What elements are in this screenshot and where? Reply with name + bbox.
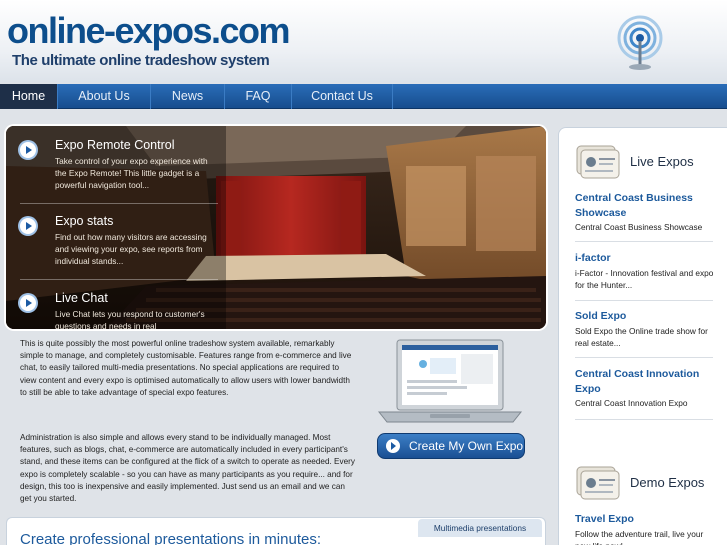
business-cards-icon (576, 466, 620, 500)
feature-description: Live Chat lets you respond to customer's… (55, 309, 205, 329)
site-header: online-expos.com The ultimate online tra… (0, 0, 727, 82)
expo-link[interactable]: i-factor (575, 251, 720, 266)
divider (575, 241, 713, 242)
nav-contact-us[interactable]: Contact Us (292, 84, 393, 109)
expo-link[interactable]: Central Coast Business Showcase (575, 191, 720, 220)
feature-title[interactable]: Live Chat (55, 291, 108, 305)
button-label: Create My Own Expo (409, 439, 524, 453)
expo-description: Sold Expo the Online trade show for real… (575, 325, 708, 349)
live-expo-item[interactable]: Central Coast Business Showcase Central … (575, 191, 720, 234)
live-expo-item[interactable]: i-factor i-Factor - Innovation festival … (575, 251, 720, 292)
divider (20, 203, 218, 204)
nav-news[interactable]: News (151, 84, 225, 109)
expo-link[interactable]: Travel Expo (575, 512, 720, 527)
play-icon (386, 439, 400, 453)
nav-about-us[interactable]: About Us (58, 84, 151, 109)
main-nav: Home About Us News FAQ Contact Us (0, 84, 727, 109)
feature-description: Take control of your expo experience wit… (55, 156, 208, 190)
nav-faq[interactable]: FAQ (225, 84, 292, 109)
laptop-image (377, 339, 523, 423)
site-logo[interactable]: online-expos.com (7, 10, 291, 52)
expo-description: Central Coast Innovation Expo (575, 398, 688, 408)
panel-title: Create professional presentations in min… (20, 531, 321, 545)
live-expos-heading: Live Expos (575, 142, 725, 182)
expo-description: Follow the adventure trail, live your ne… (575, 528, 704, 545)
nav-home[interactable]: Home (0, 84, 58, 109)
live-expos-title: Live Expos (630, 154, 694, 169)
broadcast-antenna-icon (617, 15, 663, 70)
site-tagline: The ultimate online tradeshow system (12, 52, 270, 69)
expos-sidebar: Live Expos Central Coast Business Showca… (558, 127, 727, 545)
expo-link[interactable]: Central Coast Innovation Expo (575, 367, 720, 396)
live-expo-item[interactable]: Central Coast Innovation Expo Central Co… (575, 367, 720, 410)
expo-description: i-Factor - Innovation festival and expo … (575, 267, 714, 291)
demo-expos-heading: Demo Expos (575, 463, 725, 503)
divider (575, 300, 713, 301)
feature-title[interactable]: Expo Remote Control (55, 138, 175, 152)
divider (20, 279, 218, 280)
feature-title[interactable]: Expo stats (55, 214, 113, 228)
demo-expos-title: Demo Expos (630, 475, 705, 490)
feature-description: Find out how many visitors are accessing… (55, 232, 207, 266)
tab-multimedia-presentations[interactable]: Multimedia presentations (418, 519, 542, 537)
hero-slideshow: Expo Remote Control Take control of your… (6, 126, 546, 329)
play-icon[interactable] (20, 142, 36, 158)
expo-link[interactable]: Sold Expo (575, 309, 720, 324)
divider (575, 357, 713, 358)
intro-paragraph-1: This is quite possibly the most powerful… (20, 339, 352, 397)
live-expo-item[interactable]: Sold Expo Sold Expo the Online trade sho… (575, 309, 720, 350)
expo-description: Central Coast Business Showcase (575, 222, 703, 232)
intro-paragraph-2: Administration is also simple and allows… (20, 433, 355, 504)
business-cards-icon (576, 145, 620, 179)
create-expo-button[interactable]: Create My Own Expo (377, 433, 525, 459)
play-icon[interactable] (20, 295, 36, 311)
divider (575, 419, 713, 420)
demo-expo-item[interactable]: Travel Expo Follow the adventure trail, … (575, 512, 720, 545)
play-icon[interactable] (20, 218, 36, 234)
